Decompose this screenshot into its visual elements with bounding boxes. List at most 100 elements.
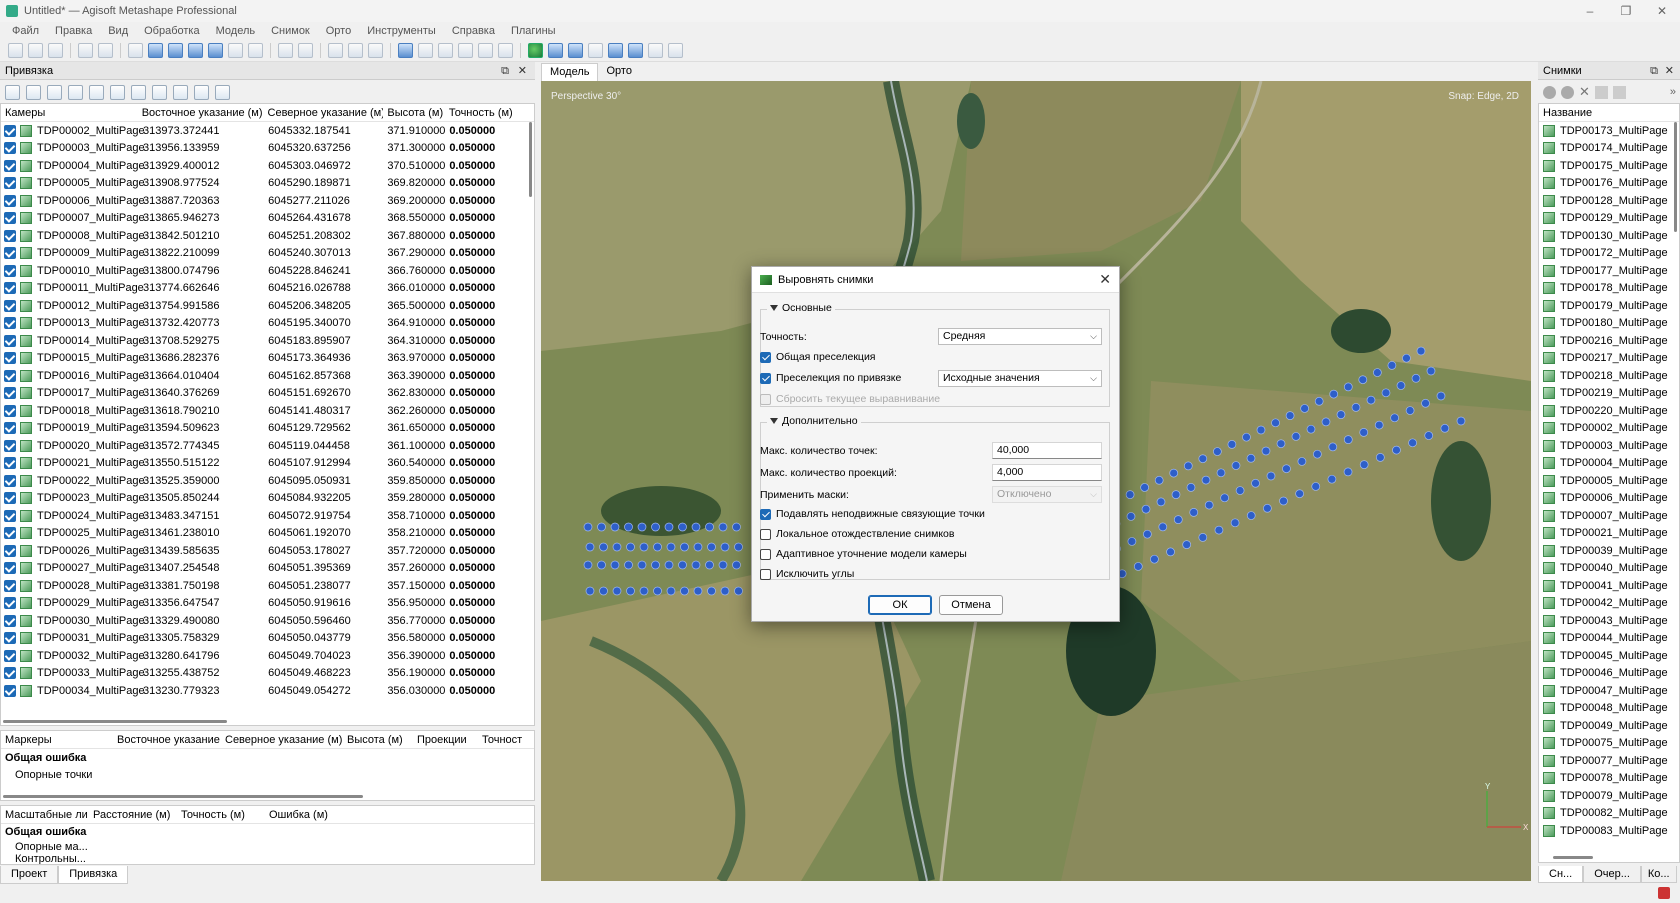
list-item[interactable]: TDP00045_MultiPage [1539, 647, 1679, 665]
accuracy-cell[interactable]: 0.050000 [445, 142, 534, 154]
altitude-cell[interactable]: 366.010000 [383, 282, 445, 294]
altitude-cell[interactable]: 366.760000 [383, 265, 445, 277]
list-item[interactable]: TDP00075_MultiPage [1539, 735, 1679, 753]
camera-marker[interactable] [1416, 346, 1426, 356]
undo-icon[interactable] [78, 43, 93, 58]
camera-marker[interactable] [610, 560, 620, 570]
show-trackball-icon[interactable] [588, 43, 603, 58]
easting-cell[interactable]: 313908.977524 [139, 177, 264, 189]
shapes-icon[interactable] [498, 43, 513, 58]
camera-marker[interactable] [680, 586, 689, 596]
accuracy-cell[interactable]: 0.050000 [445, 300, 534, 312]
altitude-cell[interactable]: 370.510000 [383, 160, 445, 172]
table-row[interactable]: TDP00019_MultiPage 313594.509623 6045129.7… [1, 420, 534, 438]
rotate-left-icon[interactable] [1612, 85, 1626, 99]
camera-marker[interactable] [691, 522, 701, 532]
save-icon[interactable] [48, 43, 63, 58]
camera-marker[interactable] [610, 522, 620, 532]
easting-cell[interactable]: 313572.774345 [139, 440, 264, 452]
list-item[interactable]: TDP00180_MultiPage [1539, 315, 1679, 333]
list-item[interactable]: TDP00177_MultiPage [1539, 262, 1679, 280]
accuracy-cell[interactable]: 0.050000 [445, 370, 534, 382]
northing-cell[interactable]: 6045050.919616 [264, 597, 383, 609]
camera-marker[interactable] [734, 586, 743, 596]
col-northing[interactable]: Северное указание (м) [264, 107, 384, 119]
easting-cell[interactable]: 313664.010404 [139, 370, 264, 382]
camera-marker[interactable] [1387, 361, 1397, 370]
camera-marker[interactable] [1351, 403, 1361, 412]
camera-marker[interactable] [1141, 504, 1151, 514]
more-icon[interactable]: » [1670, 86, 1676, 98]
accuracy-cell[interactable]: 0.050000 [445, 597, 534, 609]
northing-cell[interactable]: 6045206.348205 [264, 300, 383, 312]
altitude-cell[interactable]: 369.200000 [383, 195, 445, 207]
enable-checkbox[interactable] [4, 632, 16, 645]
camera-marker[interactable] [1183, 461, 1193, 471]
altitude-cell[interactable]: 359.280000 [383, 492, 445, 504]
table-row[interactable]: TDP00023_MultiPage 313505.850244 6045084.9… [1, 490, 534, 508]
camera-marker[interactable] [1166, 547, 1175, 557]
camera-marker[interactable] [1246, 511, 1256, 520]
camera-marker[interactable] [732, 522, 741, 532]
camera-marker[interactable] [1390, 413, 1399, 423]
dem-icon[interactable] [478, 43, 493, 58]
camera-marker[interactable] [1343, 435, 1353, 444]
camera-marker[interactable] [1328, 442, 1338, 452]
tie-point-limit-input[interactable]: 4,000 [992, 464, 1102, 481]
rotate-right-icon[interactable] [1594, 85, 1608, 99]
camera-marker[interactable] [1198, 454, 1208, 464]
camera-marker[interactable] [1169, 468, 1179, 478]
list-item[interactable]: TDP00173_MultiPage [1539, 122, 1679, 140]
camera-marker[interactable] [734, 542, 743, 552]
photos-hscroll[interactable] [1553, 856, 1593, 859]
enable-checkbox[interactable] [4, 509, 16, 522]
col-marker-altitude[interactable]: Высота (м) [343, 734, 413, 746]
camera-marker[interactable] [720, 542, 730, 552]
close-panel-icon[interactable]: ✕ [1665, 62, 1674, 80]
list-item[interactable]: TDP00043_MultiPage [1539, 612, 1679, 630]
list-item[interactable]: TDP00040_MultiPage [1539, 560, 1679, 578]
dense-cloud-icon[interactable] [418, 43, 433, 58]
camera-marker[interactable] [1154, 475, 1164, 485]
camera-marker[interactable] [1381, 388, 1391, 398]
enable-checkbox[interactable] [4, 404, 16, 417]
camera-marker[interactable] [1359, 428, 1369, 437]
menu-model[interactable]: Модель [208, 25, 263, 37]
zoom-in-icon[interactable] [328, 43, 343, 58]
camera-marker[interactable] [1173, 515, 1183, 524]
camera-marker[interactable] [1235, 486, 1245, 495]
northing-cell[interactable]: 6045173.364936 [264, 352, 383, 364]
altitude-cell[interactable]: 362.260000 [383, 405, 445, 417]
list-item[interactable]: TDP00083_MultiPage [1539, 822, 1679, 840]
enable-checkbox[interactable] [4, 264, 16, 277]
accuracy-cell[interactable]: 0.050000 [445, 387, 534, 399]
camera-marker[interactable] [1321, 417, 1331, 427]
camera-marker[interactable] [1313, 449, 1322, 459]
table-row[interactable]: TDP00003_MultiPage 313956.133959 6045320.6… [1, 140, 534, 158]
altitude-cell[interactable]: 358.710000 [383, 510, 445, 522]
camera-marker[interactable] [1133, 562, 1143, 571]
menu-file[interactable]: Файл [4, 25, 47, 37]
altitude-cell[interactable]: 362.830000 [383, 387, 445, 399]
camera-marker[interactable] [664, 522, 674, 532]
accuracy-cell[interactable]: 0.050000 [445, 562, 534, 574]
reference-preselection-select[interactable]: Исходные значения ⌵ [938, 370, 1102, 387]
easting-cell[interactable]: 313439.585635 [139, 545, 264, 557]
camera-marker[interactable] [1140, 483, 1149, 492]
reference-settings-icon[interactable] [215, 84, 230, 100]
list-item[interactable]: TDP00218_MultiPage [1539, 367, 1679, 385]
float-panel-icon[interactable]: ⧉ [1650, 62, 1658, 80]
list-item[interactable]: TDP00047_MultiPage [1539, 682, 1679, 700]
enable-checkbox[interactable] [4, 142, 16, 155]
col-altitude[interactable]: Высота (м) [383, 107, 444, 119]
list-item[interactable]: TDP00077_MultiPage [1539, 752, 1679, 770]
list-item[interactable]: TDP00006_MultiPage [1539, 490, 1679, 508]
accuracy-cell[interactable]: 0.050000 [445, 247, 534, 259]
col-marker-easting[interactable]: Восточное указание [113, 734, 221, 746]
camera-marker[interactable] [732, 560, 741, 570]
list-item[interactable]: TDP00128_MultiPage [1539, 192, 1679, 210]
easting-cell[interactable]: 313929.400012 [139, 160, 264, 172]
list-item[interactable]: TDP00178_MultiPage [1539, 280, 1679, 298]
camera-marker[interactable] [1143, 529, 1152, 539]
camera-marker[interactable] [1374, 420, 1384, 430]
